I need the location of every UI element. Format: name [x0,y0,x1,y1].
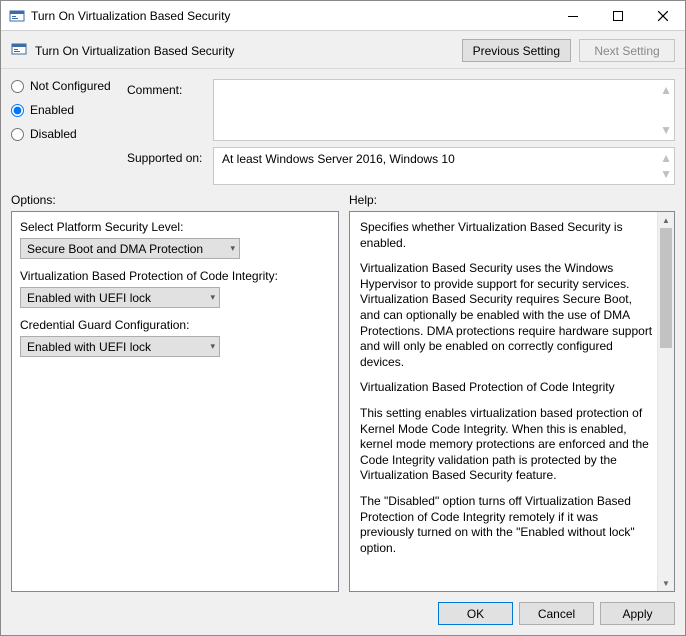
chevron-down-icon: ▾ [230,243,235,254]
cancel-button[interactable]: Cancel [519,602,594,625]
maximize-button[interactable] [595,1,640,30]
help-p4: This setting enables virtualization base… [360,406,654,484]
help-header: Help: [349,193,675,207]
radio-enabled-input[interactable] [11,104,24,117]
vbpci-value: Enabled with UEFI lock [27,291,151,305]
scroll-up-icon[interactable]: ▲ [658,212,674,228]
scroll-down-icon[interactable]: ▼ [658,575,674,591]
vbpci-dropdown[interactable]: Enabled with UEFI lock ▾ [20,287,220,308]
platform-security-value: Secure Boot and DMA Protection [27,242,203,256]
policy-title: Turn On Virtualization Based Security [35,44,454,58]
options-header: Options: [11,193,339,207]
cred-guard-label: Credential Guard Configuration: [20,318,330,332]
radio-disabled-input[interactable] [11,128,24,141]
footer: OK Cancel Apply [1,592,685,635]
comment-textarea[interactable]: ▲▼ [213,79,675,141]
cred-guard-dropdown[interactable]: Enabled with UEFI lock ▾ [20,336,220,357]
radio-not-configured-input[interactable] [11,80,24,93]
platform-security-label: Select Platform Security Level: [20,220,330,234]
radio-disabled[interactable]: Disabled [11,127,121,141]
previous-setting-button[interactable]: Previous Setting [462,39,571,62]
comment-scroll-hint: ▲▼ [661,83,671,137]
radio-enabled[interactable]: Enabled [11,103,121,117]
cred-guard-value: Enabled with UEFI lock [27,340,151,354]
ok-button[interactable]: OK [438,602,513,625]
supported-on-box: At least Windows Server 2016, Windows 10… [213,147,675,185]
help-panel: Specifies whether Virtualization Based S… [349,211,675,592]
help-p5: The "Disabled" option turns off Virtuali… [360,494,654,556]
policy-icon [11,41,27,60]
help-p2: Virtualization Based Security uses the W… [360,261,654,370]
help-p3: Virtualization Based Protection of Code … [360,380,654,396]
title-bar: Turn On Virtualization Based Security [1,1,685,31]
state-grid: Not Configured Enabled Disabled Comment:… [1,69,685,147]
radio-not-configured[interactable]: Not Configured [11,79,121,93]
next-setting-button[interactable]: Next Setting [579,39,675,62]
help-scrollbar[interactable]: ▲ ▼ [657,212,674,591]
help-text: Specifies whether Virtualization Based S… [360,220,654,556]
panels-row: Options: Select Platform Security Level:… [1,193,685,592]
help-p1: Specifies whether Virtualization Based S… [360,220,654,251]
close-button[interactable] [640,1,685,30]
chevron-down-icon: ▾ [210,292,215,303]
radio-enabled-label: Enabled [30,103,74,117]
header-area: Turn On Virtualization Based Security Pr… [1,31,685,69]
chevron-down-icon: ▾ [210,341,215,352]
platform-security-dropdown[interactable]: Secure Boot and DMA Protection ▾ [20,238,240,259]
window-title: Turn On Virtualization Based Security [31,9,550,23]
supported-grid: Supported on: At least Windows Server 20… [1,147,685,193]
radio-disabled-label: Disabled [30,127,77,141]
window-icon [9,8,25,24]
apply-button[interactable]: Apply [600,602,675,625]
options-panel: Select Platform Security Level: Secure B… [11,211,339,592]
minimize-button[interactable] [550,1,595,30]
supported-on-value: At least Windows Server 2016, Windows 10 [222,152,455,166]
supported-on-label: Supported on: [127,147,207,169]
supported-scroll-hint: ▲▼ [661,151,671,181]
comment-label: Comment: [127,79,207,101]
radio-not-configured-label: Not Configured [30,79,111,93]
vbpci-label: Virtualization Based Protection of Code … [20,269,330,283]
scroll-thumb[interactable] [660,228,672,348]
